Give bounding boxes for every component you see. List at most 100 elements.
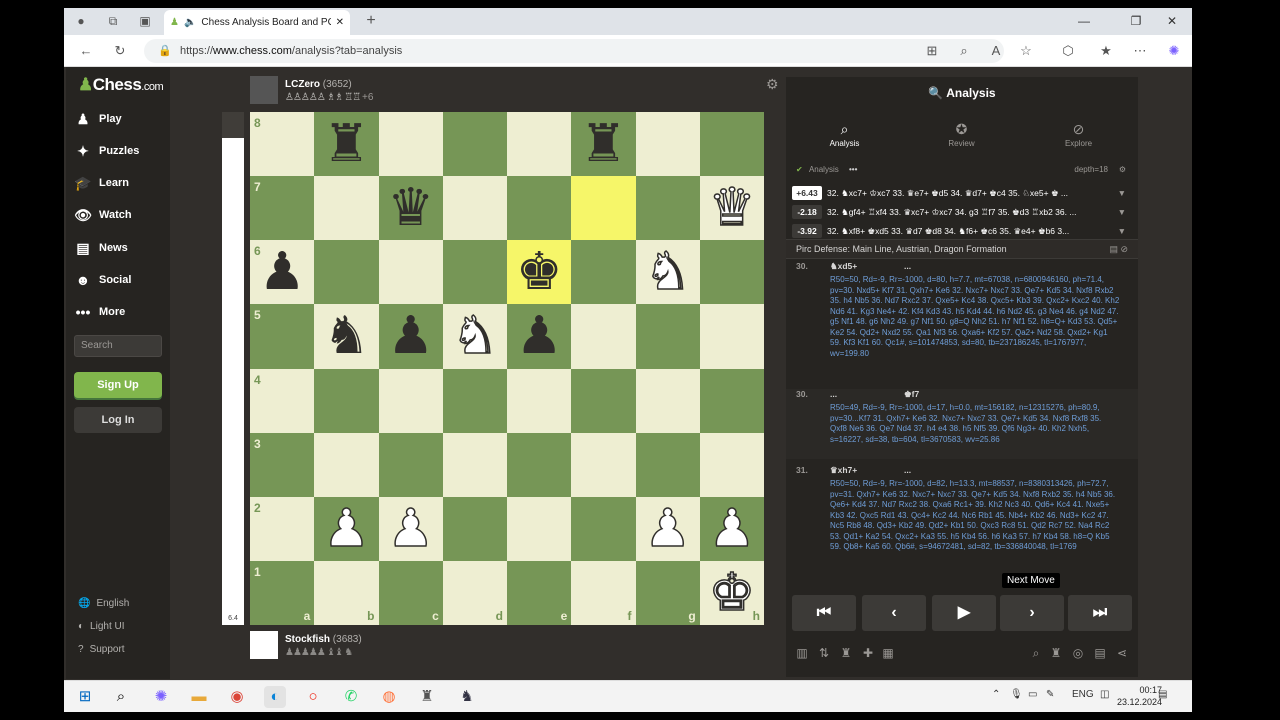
flip-board-icon[interactable]: ⇅ — [816, 645, 832, 661]
engine-options-icon[interactable]: ••• — [849, 165, 857, 174]
browser-tab[interactable]: ♟ 🔈 Chess Analysis Board and PG ✕ — [164, 10, 350, 35]
square-a8[interactable]: 8 — [250, 112, 315, 177]
square-d1[interactable]: d — [442, 560, 507, 625]
close-window-icon[interactable]: ✕ — [1162, 12, 1182, 30]
search-input[interactable]: Search — [74, 335, 162, 357]
square-g2[interactable]: ♟ — [635, 496, 700, 561]
log-in-button[interactable]: Log In — [74, 407, 162, 433]
copilot-icon[interactable]: ✺ — [150, 686, 172, 708]
square-c8[interactable] — [378, 112, 443, 177]
first-move-button[interactable]: ⏮ — [792, 595, 856, 631]
add-icon[interactable]: ✚ — [860, 645, 876, 661]
network-icon[interactable]: ◫ — [1100, 689, 1109, 700]
white-pawn-icon[interactable]: ♟ — [322, 502, 370, 556]
chevron-up-icon[interactable]: ⌃ — [992, 689, 1000, 700]
setup-position-icon[interactable]: ♜ — [838, 645, 854, 661]
square-a5[interactable]: 5 — [250, 304, 315, 369]
search-icon[interactable]: ⌕ — [110, 686, 132, 708]
explorer-icon[interactable]: ♜ — [1048, 645, 1064, 661]
square-a3[interactable]: 3 — [250, 432, 315, 497]
system-clock[interactable]: 00:17 23.12.2024 — [1117, 684, 1162, 708]
avatar[interactable] — [250, 631, 278, 659]
chevron-down-icon[interactable]: ▼ — [1118, 207, 1126, 217]
url-field[interactable]: 🔒 https://www.chess.com/analysis?tab=ana… — [144, 39, 1004, 63]
square-h7[interactable]: ♛ — [699, 176, 764, 241]
chrome-icon[interactable]: ◉ — [226, 686, 248, 708]
square-c4[interactable] — [378, 368, 443, 433]
square-d4[interactable] — [442, 368, 507, 433]
black-pawn-icon[interactable]: ♟ — [516, 310, 563, 362]
square-f4[interactable] — [571, 368, 636, 433]
white-move[interactable]: ♞xd5+ — [830, 261, 904, 272]
square-b5[interactable]: ♞ — [314, 304, 379, 369]
white-move[interactable]: ♛xh7+ — [830, 465, 904, 476]
sidebar-item-social[interactable]: ☻ Social — [74, 268, 166, 292]
square-h2[interactable]: ♟ — [699, 496, 764, 561]
square-c2[interactable]: ♟ — [378, 496, 443, 561]
square-h4[interactable] — [699, 368, 764, 433]
refresh-icon[interactable]: ↻ — [112, 43, 128, 59]
minimize-icon[interactable]: — — [1074, 12, 1094, 30]
last-move-button[interactable]: ⏭ — [1068, 595, 1132, 631]
board-settings-gear-icon[interactable]: ⚙ — [766, 76, 779, 93]
next-move-button[interactable]: › — [1000, 595, 1064, 631]
tab-review[interactable]: ✪ Review — [903, 117, 1020, 159]
square-e8[interactable] — [507, 112, 572, 177]
square-b4[interactable] — [314, 368, 379, 433]
square-h6[interactable] — [699, 240, 764, 305]
sidebar-item-more[interactable]: ••• More — [74, 300, 166, 324]
square-a2[interactable]: 2 — [250, 496, 315, 561]
file-explorer-icon[interactable]: ▬ — [188, 686, 210, 708]
square-a1[interactable]: 1a — [250, 560, 315, 625]
white-king-icon[interactable]: ♚ — [708, 566, 756, 620]
sidebar-item-learn[interactable]: 🎓 Learn — [74, 171, 166, 195]
extensions-icon[interactable]: ⬡ — [1060, 43, 1076, 59]
square-h3[interactable] — [699, 432, 764, 497]
black-knight-icon[interactable]: ♞ — [323, 310, 370, 362]
close-tab-icon[interactable]: ✕ — [336, 17, 344, 28]
white-knight-icon[interactable]: ♞ — [644, 246, 692, 300]
square-e2[interactable] — [507, 496, 572, 561]
square-g5[interactable] — [635, 304, 700, 369]
square-e1[interactable]: e — [507, 560, 572, 625]
square-c1[interactable]: c — [378, 560, 443, 625]
square-h5[interactable] — [699, 304, 764, 369]
zoom-icon[interactable]: ⌕ — [956, 43, 972, 59]
square-f6[interactable] — [571, 240, 636, 305]
previous-move-button[interactable]: ‹ — [862, 595, 926, 631]
edge-icon[interactable]: ◐ — [264, 686, 286, 708]
favorite-icon[interactable]: ☆ — [1018, 43, 1034, 59]
favorites-icon[interactable]: ★ — [1098, 43, 1114, 59]
square-g4[interactable] — [635, 368, 700, 433]
copilot-icon[interactable]: ✺ — [1166, 43, 1182, 59]
square-d7[interactable] — [442, 176, 507, 241]
square-e4[interactable] — [507, 368, 572, 433]
square-h8[interactable] — [699, 112, 764, 177]
share-icon[interactable]: ⋖ — [1114, 645, 1130, 661]
black-move[interactable]: ♚f7 — [904, 389, 919, 399]
tab-actions-icon[interactable]: ▣ — [138, 14, 152, 28]
chesscom-logo[interactable]: ♟Chess.com — [78, 75, 164, 95]
avatar[interactable] — [250, 76, 278, 104]
square-e7[interactable] — [507, 176, 572, 241]
play-button[interactable]: ▶ — [932, 595, 996, 631]
board-editor-icon[interactable]: ▦ — [880, 645, 896, 661]
square-f7[interactable] — [571, 176, 636, 241]
square-g7[interactable] — [635, 176, 700, 241]
firefox-icon[interactable]: ◍ — [378, 686, 400, 708]
black-move[interactable]: ... — [904, 465, 911, 475]
square-e6[interactable]: ♚ — [507, 240, 572, 305]
square-d5[interactable]: ♞ — [442, 304, 507, 369]
engine-toggle[interactable]: ✔ — [796, 165, 803, 174]
square-d3[interactable] — [442, 432, 507, 497]
square-f3[interactable] — [571, 432, 636, 497]
microphone-icon[interactable]: 🎙 — [1010, 689, 1023, 700]
square-b3[interactable] — [314, 432, 379, 497]
square-g3[interactable] — [635, 432, 700, 497]
square-b2[interactable]: ♟ — [314, 496, 379, 561]
square-g8[interactable] — [635, 112, 700, 177]
square-d6[interactable] — [442, 240, 507, 305]
square-f5[interactable] — [571, 304, 636, 369]
white-knight-icon[interactable]: ♞ — [451, 310, 499, 364]
tab-explore[interactable]: ⊘ Explore — [1020, 117, 1137, 159]
